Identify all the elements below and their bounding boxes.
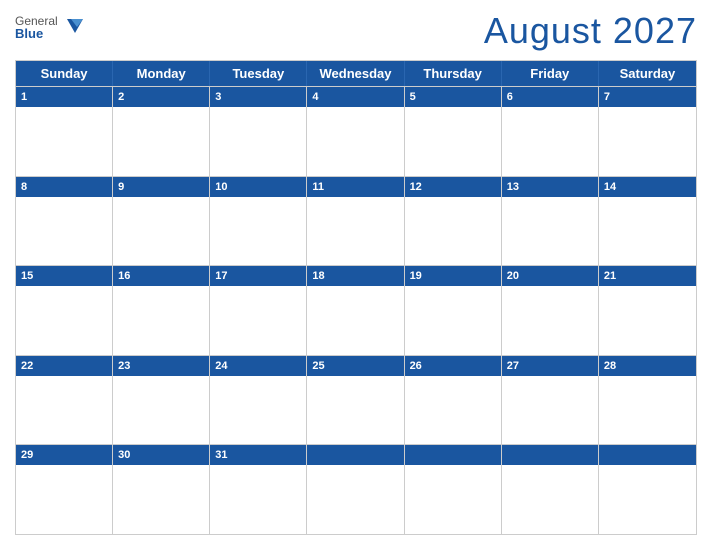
- day-number: 14: [604, 181, 616, 193]
- day-cell[interactable]: 29: [16, 445, 113, 534]
- day-number: 29: [21, 449, 33, 461]
- day-header-tuesday: Tuesday: [210, 61, 307, 86]
- day-number: 1: [21, 91, 27, 103]
- day-cell[interactable]: 9: [113, 177, 210, 266]
- day-header-sunday: Sunday: [16, 61, 113, 86]
- day-number: 8: [21, 181, 27, 193]
- day-number: 27: [507, 360, 519, 372]
- day-number: 10: [215, 181, 227, 193]
- day-number: 31: [215, 449, 227, 461]
- week-row-1: 1 2 3 4 5 6 7: [16, 86, 696, 176]
- day-number: 26: [410, 360, 422, 372]
- day-header-monday: Monday: [113, 61, 210, 86]
- calendar-grid: SundayMondayTuesdayWednesdayThursdayFrid…: [15, 60, 697, 535]
- day-cell[interactable]: 22: [16, 356, 113, 445]
- week-row-3: 15 16 17 18 19 20 21: [16, 265, 696, 355]
- day-number: 20: [507, 270, 519, 282]
- day-cell[interactable]: 17: [210, 266, 307, 355]
- week-row-2: 8 9 10 11 12 13 14: [16, 176, 696, 266]
- week-row-4: 22 23 24 25 26 27 28: [16, 355, 696, 445]
- calendar-header: General Blue August 2027: [15, 10, 697, 52]
- day-number: 22: [21, 360, 33, 372]
- day-cell[interactable]: 2: [113, 87, 210, 176]
- day-cell[interactable]: 10: [210, 177, 307, 266]
- day-number: 11: [312, 181, 324, 193]
- day-number: 6: [507, 91, 513, 103]
- day-cell[interactable]: 16: [113, 266, 210, 355]
- day-cell[interactable]: 26: [405, 356, 502, 445]
- day-cell[interactable]: [599, 445, 696, 534]
- day-cell[interactable]: 21: [599, 266, 696, 355]
- day-cell[interactable]: 3: [210, 87, 307, 176]
- day-number: 9: [118, 181, 124, 193]
- day-headers: SundayMondayTuesdayWednesdayThursdayFrid…: [16, 61, 696, 86]
- day-cell[interactable]: 19: [405, 266, 502, 355]
- weeks-container: 1234567891011121314151617181920212223242…: [16, 86, 696, 534]
- week-row-5: 29 30 31: [16, 444, 696, 534]
- day-number: 12: [410, 181, 422, 193]
- day-cell[interactable]: 23: [113, 356, 210, 445]
- day-number: 3: [215, 91, 221, 103]
- day-number: 5: [410, 91, 416, 103]
- day-number: 4: [312, 91, 318, 103]
- day-number: 2: [118, 91, 124, 103]
- calendar-container: General Blue August 2027 SundayMondayTue…: [0, 0, 712, 550]
- day-cell[interactable]: 5: [405, 87, 502, 176]
- day-cell[interactable]: 30: [113, 445, 210, 534]
- svg-text:Blue: Blue: [15, 26, 43, 41]
- day-number: 16: [118, 270, 130, 282]
- day-number: 28: [604, 360, 616, 372]
- day-cell[interactable]: 6: [502, 87, 599, 176]
- day-number: 15: [21, 270, 33, 282]
- day-number: 19: [410, 270, 422, 282]
- logo: General Blue: [15, 11, 85, 51]
- day-cell[interactable]: 24: [210, 356, 307, 445]
- day-cell[interactable]: 4: [307, 87, 404, 176]
- day-cell[interactable]: 31: [210, 445, 307, 534]
- day-cell[interactable]: 7: [599, 87, 696, 176]
- day-number: 23: [118, 360, 130, 372]
- day-cell[interactable]: 12: [405, 177, 502, 266]
- day-header-friday: Friday: [502, 61, 599, 86]
- day-number: 7: [604, 91, 610, 103]
- day-cell[interactable]: 20: [502, 266, 599, 355]
- day-cell[interactable]: 1: [16, 87, 113, 176]
- logo-icon: General Blue: [15, 11, 85, 51]
- day-header-wednesday: Wednesday: [307, 61, 404, 86]
- day-cell[interactable]: [405, 445, 502, 534]
- day-cell[interactable]: 28: [599, 356, 696, 445]
- day-cell[interactable]: [502, 445, 599, 534]
- day-number: 24: [215, 360, 227, 372]
- day-cell[interactable]: [307, 445, 404, 534]
- day-cell[interactable]: 8: [16, 177, 113, 266]
- day-number: 30: [118, 449, 130, 461]
- day-number: 18: [312, 270, 324, 282]
- day-cell[interactable]: 13: [502, 177, 599, 266]
- day-number: 25: [312, 360, 324, 372]
- month-title: August 2027: [484, 10, 697, 52]
- day-header-thursday: Thursday: [405, 61, 502, 86]
- day-cell[interactable]: 14: [599, 177, 696, 266]
- day-header-saturday: Saturday: [599, 61, 696, 86]
- day-cell[interactable]: 15: [16, 266, 113, 355]
- day-number: 17: [215, 270, 227, 282]
- day-number: 13: [507, 181, 519, 193]
- day-cell[interactable]: 11: [307, 177, 404, 266]
- day-cell[interactable]: 25: [307, 356, 404, 445]
- day-number: 21: [604, 270, 616, 282]
- day-cell[interactable]: 27: [502, 356, 599, 445]
- day-cell[interactable]: 18: [307, 266, 404, 355]
